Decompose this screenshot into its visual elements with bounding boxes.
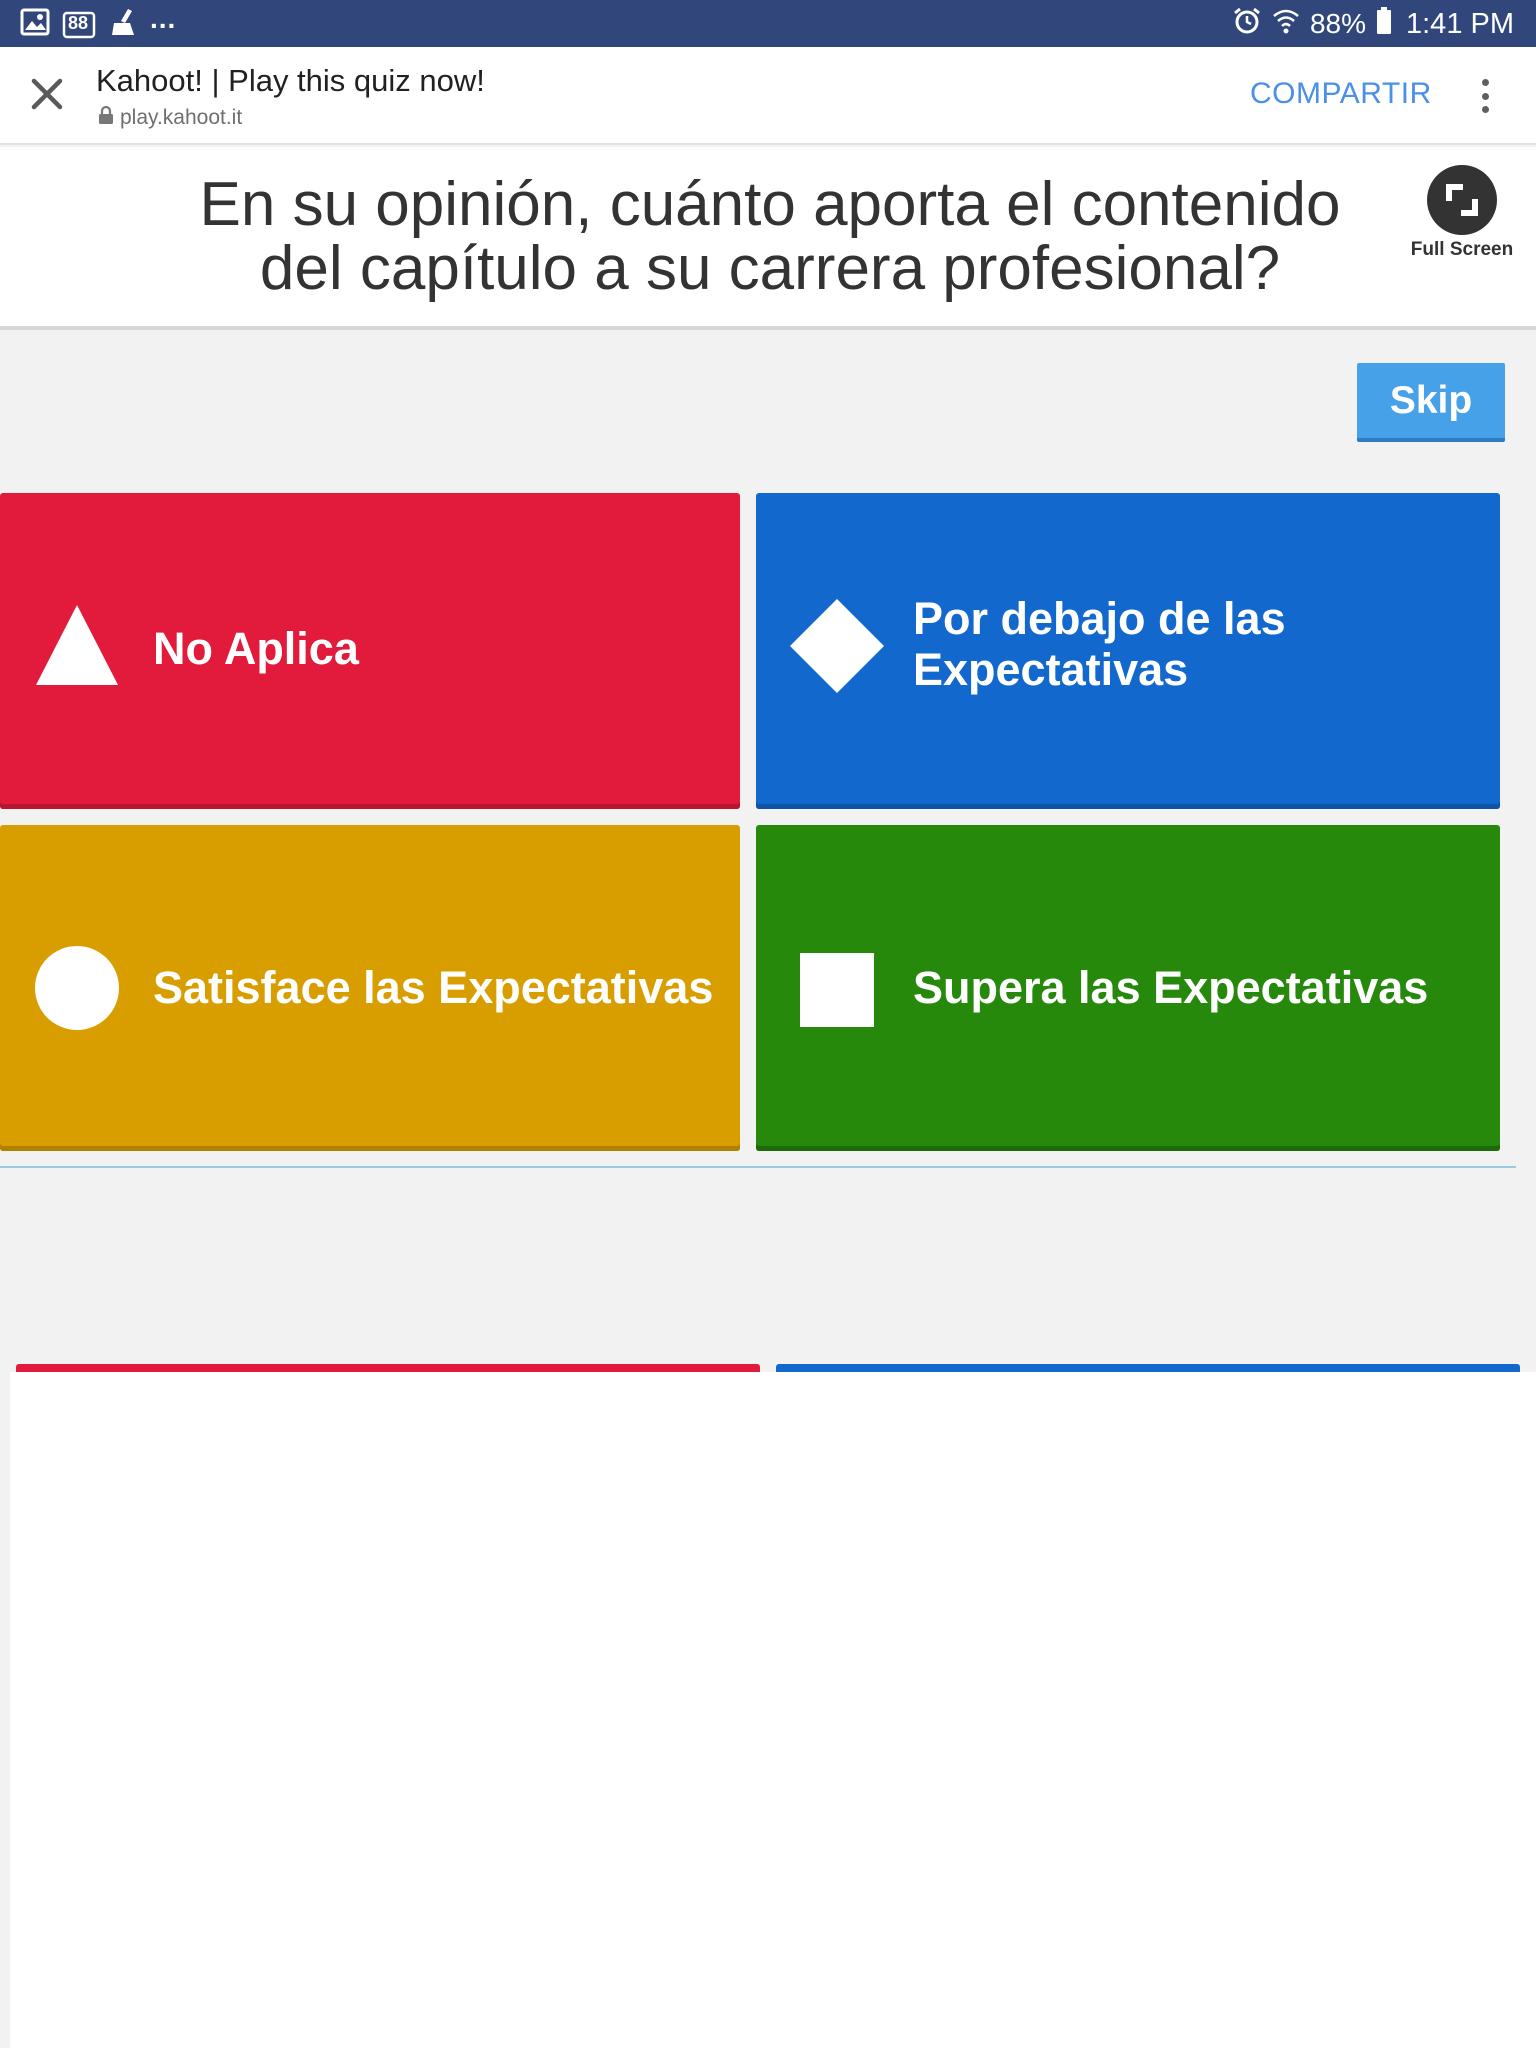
menu-dot (1481, 79, 1489, 86)
menu-dot (1481, 92, 1489, 100)
answer-label: Satisface las Expectativas (153, 962, 714, 1013)
answer-yellow-circle[interactable]: Satisface las Expectativas (0, 825, 740, 1151)
menu-dot (1481, 106, 1489, 113)
fullscreen-button[interactable]: Full Screen (1405, 165, 1519, 265)
triangle-icon (36, 605, 118, 695)
diamond-icon (790, 599, 884, 703)
blank-overlay-panel (10, 1372, 1536, 2048)
question-title: En su opinión, cuánto aporta el contenid… (100, 173, 1440, 301)
status-bar: 88 ... 88% 1:41 PM (0, 0, 1536, 47)
fullscreen-label: Full Screen (1410, 239, 1514, 260)
answer-label-line-2: Expectativas (913, 644, 1189, 695)
question-line-2: del capítulo a su carrera profesional? (259, 234, 1281, 303)
circle-icon (34, 945, 120, 1041)
answer-label: No Aplica (153, 623, 359, 674)
skip-button[interactable]: Skip (1357, 363, 1505, 442)
battery-percent: 88% (1309, 8, 1366, 39)
status-system: 88% 1:41 PM (1232, 4, 1514, 44)
overflow-menu-button[interactable] (1470, 73, 1500, 119)
wifi-icon (1272, 6, 1300, 43)
fullscreen-icon (1427, 165, 1497, 235)
cleaner-icon (108, 7, 138, 42)
share-button[interactable]: COMPARTIR (1250, 77, 1432, 111)
url-text: play.kahoot.it (120, 106, 243, 129)
close-tab-button[interactable] (24, 73, 70, 119)
square-icon (800, 953, 874, 1037)
answer-label: Supera las Expectativas (913, 962, 1429, 1013)
more-notifications-dots: ... (150, 3, 177, 34)
answer-label-line-1: Por debajo de las (913, 593, 1286, 644)
battery-icon (1376, 6, 1392, 42)
browser-toolbar: Kahoot! | Play this quiz now! play.kahoo… (0, 47, 1536, 145)
notification-badge-text: 88 (68, 13, 89, 33)
answer-label: Por debajo de las Expectativas (913, 593, 1286, 695)
answer-red-triangle[interactable]: No Aplica (0, 493, 740, 809)
alarm-icon (1232, 6, 1262, 43)
clock: 1:41 PM (1406, 7, 1514, 40)
divider (0, 1166, 1516, 1168)
lock-icon (98, 105, 114, 131)
close-icon (30, 77, 64, 116)
status-notifications: 88 ... (20, 3, 177, 42)
gallery-icon (20, 8, 50, 41)
page-title: Kahoot! | Play this quiz now! (96, 63, 485, 98)
question-line-1: En su opinión, cuánto aporta el contenid… (199, 170, 1341, 239)
calendar-badge-icon: 88 (62, 9, 96, 39)
page-url: play.kahoot.it (98, 105, 242, 131)
question-header: En su opinión, cuánto aporta el contenid… (0, 147, 1536, 330)
answer-blue-diamond[interactable]: Por debajo de las Expectativas (756, 493, 1500, 809)
answer-green-square[interactable]: Supera las Expectativas (756, 825, 1500, 1151)
